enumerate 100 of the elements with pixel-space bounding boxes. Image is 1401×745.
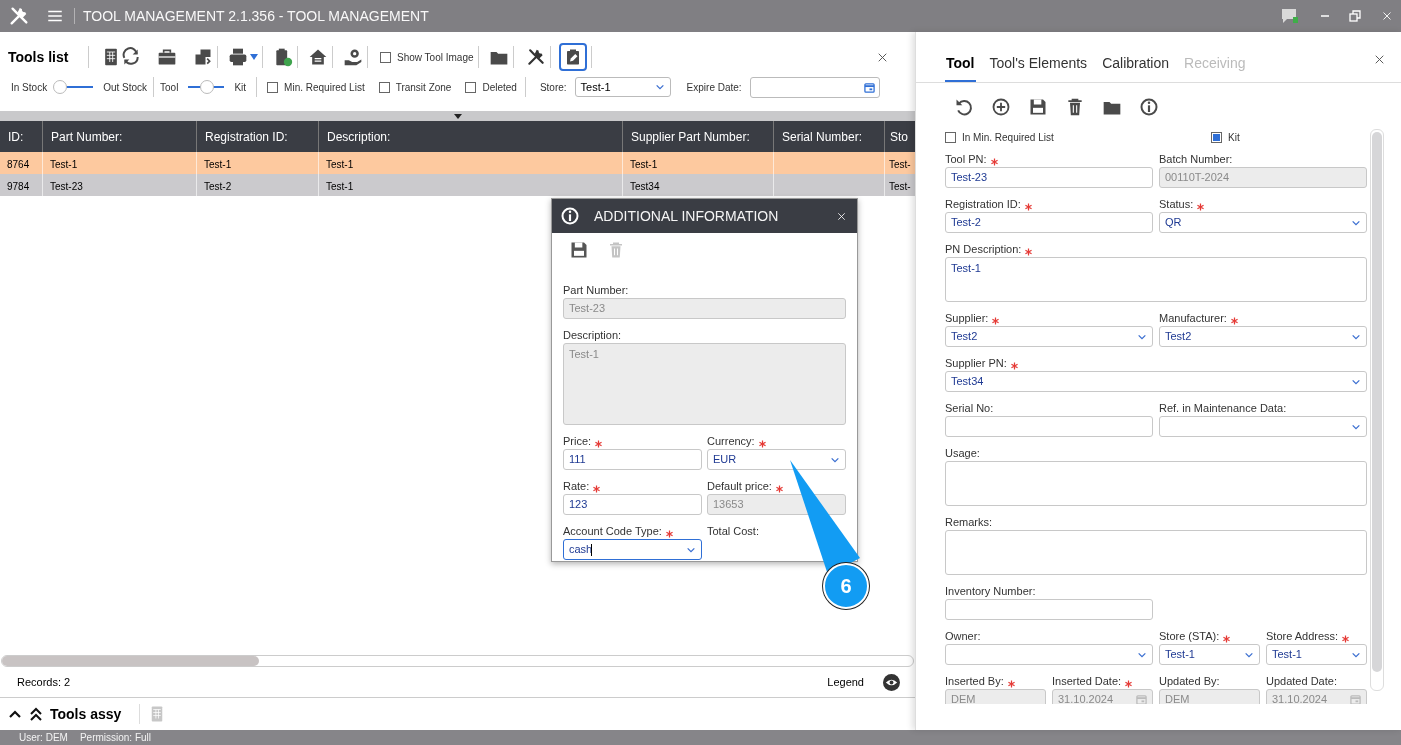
table-cell-text: Test- <box>889 158 911 172</box>
status-text: Permission: Full <box>79 731 152 745</box>
field-label: Store Address: <box>1266 629 1339 643</box>
tab[interactable]: Tool's Elements <box>988 53 1089 82</box>
message-icon[interactable] <box>1281 8 1299 24</box>
eye-icon[interactable] <box>883 673 900 691</box>
checkbox-label: Show Tool Image <box>397 50 474 65</box>
section-title: Tools assy <box>50 704 122 724</box>
checkbox[interactable] <box>267 81 279 93</box>
checkbox-label: Kit <box>1228 130 1240 145</box>
double-chevron-up-icon[interactable] <box>29 706 43 722</box>
checkbox-label: Min. Required List <box>284 80 365 95</box>
close-icon[interactable] <box>1373 53 1386 66</box>
field-label: Tool PN: <box>945 152 987 166</box>
field-label: Serial No: <box>945 401 994 415</box>
checkbox[interactable] <box>1211 131 1222 143</box>
dropdown-field[interactable]: Test34 <box>945 371 1367 392</box>
text-area[interactable]: Test-1 <box>945 257 1367 302</box>
printer-icon[interactable] <box>228 47 258 67</box>
date-field[interactable] <box>749 76 880 98</box>
table-cell-text: Test-23 <box>50 180 83 194</box>
dropdown-field[interactable] <box>1159 416 1367 437</box>
text-field[interactable]: Test-23 <box>945 167 1153 188</box>
legend-link[interactable]: Legend <box>827 673 864 691</box>
dropdown-field[interactable]: EUR <box>707 449 846 470</box>
horizontal-scrollbar[interactable] <box>1 655 914 667</box>
hand-gear-icon[interactable] <box>343 47 363 67</box>
text-field[interactable]: 111 <box>563 449 702 470</box>
dropdown-field[interactable]: Test2 <box>945 326 1153 347</box>
store-select[interactable]: Test-1 <box>574 77 671 97</box>
calendar-icon[interactable] <box>863 81 875 93</box>
tools-icon[interactable] <box>525 47 546 67</box>
field-label: Account Code Type: <box>563 524 662 538</box>
vertical-scrollbar[interactable] <box>1370 129 1384 691</box>
field-label: Batch Number: <box>1159 152 1233 166</box>
clipboard-edit-button[interactable] <box>558 43 587 71</box>
field-label: Inventory Number: <box>945 584 1036 598</box>
undo-icon[interactable] <box>954 97 974 117</box>
dropdown-field[interactable]: Test2 <box>1159 326 1367 347</box>
field-label: Inserted By: <box>945 674 1004 688</box>
toggle-label: In Stock <box>11 80 48 95</box>
toggle-label: Out Stock <box>103 80 148 95</box>
dropdown-field[interactable]: Test-1 <box>1159 644 1260 665</box>
printer-icon[interactable] <box>228 47 248 67</box>
field-label: Supplier PN: <box>945 356 1007 370</box>
text-field[interactable]: 123 <box>563 494 702 515</box>
caret-icon[interactable] <box>250 54 258 60</box>
toggle-switch[interactable] <box>188 80 225 94</box>
restore-icon[interactable] <box>1349 10 1361 22</box>
checkbox[interactable] <box>465 81 477 93</box>
checkbox[interactable] <box>378 81 390 93</box>
table-cell-text: Test-2 <box>204 180 232 194</box>
dropdown-field[interactable]: QR <box>1159 212 1367 233</box>
tab[interactable]: Calibration <box>1101 53 1171 82</box>
text-field[interactable] <box>945 416 1153 437</box>
window-title: TOOL MANAGEMENT 2.1.356 - TOOL MANAGEMENT <box>83 6 429 26</box>
close-icon[interactable] <box>836 210 847 222</box>
info-icon <box>560 206 580 226</box>
column-header[interactable]: Sto <box>885 121 915 152</box>
table-row[interactable]: 8764 Test-1 Test-1 Test-1 Test-1 Test- <box>0 152 915 174</box>
callout-badge: 6 <box>823 563 869 609</box>
checkbox[interactable] <box>945 131 956 143</box>
table-row[interactable]: 9784 Test-23 Test-2 Test-1 Test34 Test- <box>0 174 915 196</box>
field-label: Rate: <box>563 479 590 493</box>
dropdown-field[interactable]: Test-1 <box>1266 644 1367 665</box>
checkbox[interactable] <box>380 51 391 63</box>
dropdown-field[interactable]: cash <box>563 539 702 560</box>
table-cell-text: Test34 <box>630 180 660 194</box>
refresh-icon[interactable] <box>121 47 141 67</box>
trash-icon <box>607 241 625 259</box>
field-label: Part Number: <box>563 283 629 297</box>
close-icon[interactable] <box>1381 10 1393 22</box>
caret-down-icon[interactable] <box>453 113 462 119</box>
field-label: PN Description: <box>945 242 1022 256</box>
field-label: Inserted Date: <box>1052 674 1122 688</box>
field-label: Price: <box>563 434 592 448</box>
field-label: Currency: <box>707 434 755 448</box>
field-label: Usage: <box>945 446 980 460</box>
checkbox-label: Transit Zone <box>395 80 452 95</box>
tab[interactable]: Tool <box>945 53 976 82</box>
dropdown-field[interactable] <box>945 644 1153 665</box>
panel-title: Tools list <box>8 47 70 67</box>
table-cell-text: Test-1 <box>204 158 232 172</box>
field-label: Ref. in Maintenance Data: <box>1159 401 1287 415</box>
text-field[interactable] <box>945 599 1153 620</box>
clipboard-icon[interactable] <box>273 47 293 67</box>
trash-icon[interactable] <box>1065 97 1085 117</box>
text-field[interactable]: Test-2 <box>945 212 1153 233</box>
toggle-label: Kit <box>234 80 247 95</box>
table-cell-text: Test-1 <box>326 158 354 172</box>
export-icon[interactable] <box>193 47 213 67</box>
house-icon[interactable] <box>308 47 328 67</box>
table-cell-text: Test- <box>889 180 911 194</box>
save-icon[interactable] <box>1028 97 1048 117</box>
field-label: Expire Date: <box>686 80 742 95</box>
toggle-label: Tool <box>160 80 179 95</box>
info-icon[interactable] <box>1139 97 1159 117</box>
save-icon[interactable] <box>569 240 589 260</box>
toolbox-icon[interactable] <box>157 47 177 67</box>
add-circle-icon[interactable] <box>991 97 1011 117</box>
